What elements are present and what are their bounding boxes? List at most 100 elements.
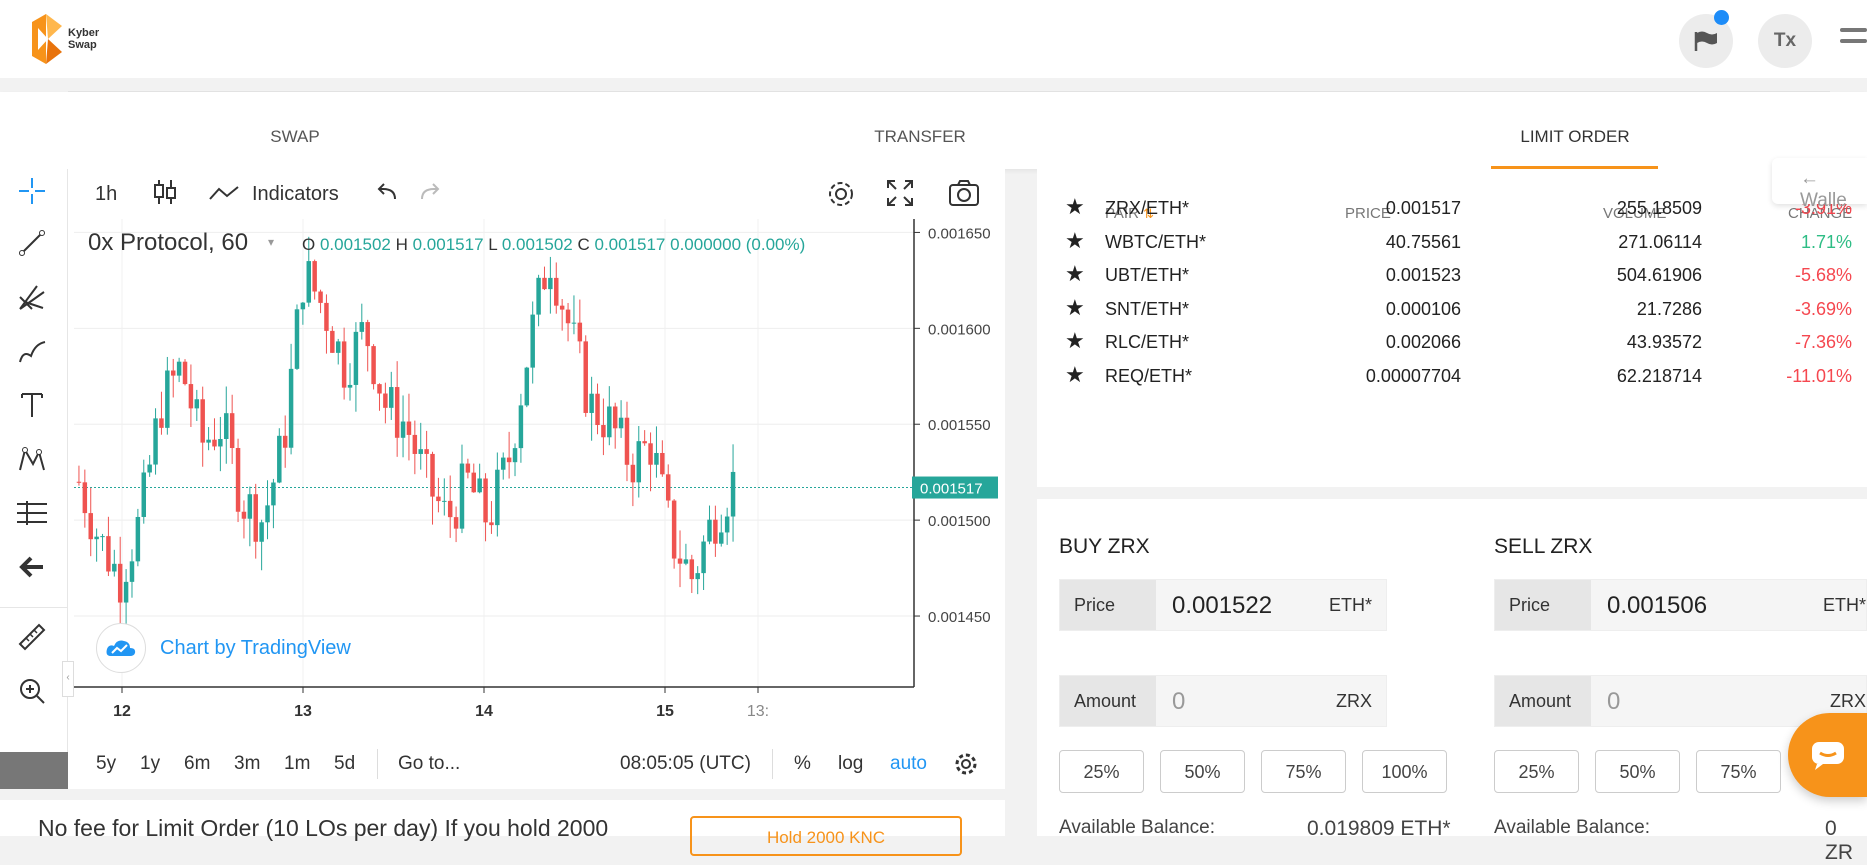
buy-pct-50[interactable]: 50% bbox=[1160, 750, 1245, 793]
hold-knc-button[interactable]: Hold 2000 KNC bbox=[690, 816, 962, 856]
sell-pct-75[interactable]: 75% bbox=[1696, 750, 1781, 793]
range-1y[interactable]: 1y bbox=[140, 753, 160, 775]
buy-amount-input[interactable]: 0 bbox=[1172, 688, 1185, 716]
goto-button[interactable]: Go to... bbox=[398, 753, 460, 775]
sell-pct-50[interactable]: 50% bbox=[1595, 750, 1680, 793]
pair-price: 0.002066 bbox=[1385, 332, 1461, 352]
range-5d[interactable]: 5d bbox=[334, 753, 355, 775]
buy-price-input[interactable]: 0.001522 bbox=[1172, 592, 1272, 620]
favorite-star-icon[interactable]: ★ bbox=[1065, 261, 1085, 287]
candle-body bbox=[330, 330, 335, 353]
prediction-icon[interactable] bbox=[14, 495, 50, 531]
symbol-dropdown-icon[interactable]: ▾ bbox=[268, 235, 274, 249]
candle-body bbox=[312, 261, 317, 292]
buy-price-field[interactable]: Price 0.001522 ETH* bbox=[1059, 579, 1387, 631]
favorite-star-icon[interactable]: ★ bbox=[1065, 194, 1085, 220]
brush-icon[interactable] bbox=[14, 333, 50, 369]
buy-pct-75[interactable]: 75% bbox=[1261, 750, 1346, 793]
candle-body bbox=[212, 439, 217, 447]
main-tabs: SWAP TRANSFER LIMIT ORDER bbox=[0, 92, 1867, 169]
symbol-label[interactable]: 0x Protocol, 60 bbox=[88, 229, 248, 257]
range-3m[interactable]: 3m bbox=[234, 753, 260, 775]
favorite-star-icon[interactable]: ★ bbox=[1065, 228, 1085, 254]
favorite-star-icon[interactable]: ★ bbox=[1065, 362, 1085, 388]
candle-body bbox=[660, 452, 665, 475]
pair-volume: 271.06114 bbox=[1618, 231, 1702, 252]
back-arrow-icon[interactable] bbox=[14, 549, 50, 585]
tradingview-cloud-icon bbox=[96, 623, 146, 673]
candle-body bbox=[265, 505, 270, 523]
buy-amount-unit: ZRX bbox=[1336, 691, 1372, 711]
candle-body bbox=[88, 513, 93, 540]
trend-line-icon[interactable] bbox=[14, 225, 50, 261]
candle-body bbox=[724, 516, 730, 533]
collapse-toolbar-handle[interactable]: ‹ bbox=[62, 661, 74, 697]
interval-selector[interactable]: 1h bbox=[95, 183, 117, 206]
pair-name: REQ/ETH* bbox=[1105, 365, 1193, 386]
camera-icon[interactable] bbox=[948, 179, 980, 207]
pattern-icon[interactable] bbox=[14, 441, 50, 477]
utc-clock[interactable]: 08:05:05 (UTC) bbox=[620, 753, 751, 775]
ohlc-close: 0.001517 bbox=[594, 235, 666, 254]
candle-body bbox=[612, 406, 618, 429]
candle-body bbox=[347, 384, 353, 388]
pitchfork-icon[interactable] bbox=[14, 279, 50, 315]
percent-toggle[interactable]: % bbox=[794, 753, 811, 775]
candle-body bbox=[536, 277, 541, 315]
ruler-icon[interactable] bbox=[14, 619, 50, 655]
sell-price-input[interactable]: 0.001506 bbox=[1607, 592, 1707, 620]
candle-body bbox=[648, 443, 653, 465]
transactions-button[interactable]: Tx bbox=[1758, 14, 1812, 68]
chat-support-button[interactable] bbox=[1788, 713, 1867, 797]
sell-title: SELL ZRX bbox=[1494, 535, 1593, 558]
candle-body bbox=[165, 370, 170, 428]
candle-body bbox=[436, 496, 441, 502]
kyberswap-logo[interactable]: Kyber Swap bbox=[28, 14, 99, 64]
log-toggle[interactable]: log bbox=[838, 753, 863, 775]
fullscreen-icon[interactable] bbox=[886, 179, 914, 207]
hide-toolbar-icon[interactable] bbox=[0, 752, 68, 789]
zoom-in-icon[interactable] bbox=[14, 673, 50, 709]
kyber-logo-icon bbox=[32, 14, 62, 64]
candle-body bbox=[282, 435, 288, 448]
market-row[interactable]: ★ REQ/ETH* 0.00007704 62.218714 -11.01% bbox=[1037, 356, 1867, 396]
sell-balance-value: 0 ZR bbox=[1825, 817, 1853, 864]
wallet-panel-tab[interactable]: ← Walle bbox=[1772, 158, 1867, 211]
tab-transfer[interactable]: TRANSFER bbox=[860, 127, 980, 147]
candle-body bbox=[300, 302, 306, 310]
tradingview-watermark[interactable]: Chart by TradingView bbox=[96, 623, 351, 673]
buy-pct-100[interactable]: 100% bbox=[1362, 750, 1447, 793]
ohlc-open: 0.001502 bbox=[319, 235, 391, 254]
undo-icon[interactable] bbox=[375, 181, 399, 203]
pair-price: 0.00007704 bbox=[1365, 365, 1461, 386]
axis-settings-gear-icon[interactable] bbox=[954, 752, 978, 776]
ohlc-change: 0.000000 (0.00%) bbox=[670, 235, 806, 254]
range-1m[interactable]: 1m bbox=[284, 753, 310, 775]
pair-change: -7.36% bbox=[1794, 332, 1852, 352]
text-tool-icon[interactable] bbox=[14, 387, 50, 423]
range-5y[interactable]: 5y bbox=[96, 753, 116, 775]
tab-limit-order[interactable]: LIMIT ORDER bbox=[1500, 127, 1650, 147]
sell-pct-25[interactable]: 25% bbox=[1494, 750, 1579, 793]
tab-swap[interactable]: SWAP bbox=[240, 127, 350, 147]
sell-price-field[interactable]: Price 0.001506 ETH* bbox=[1494, 579, 1867, 631]
indicators-button[interactable]: Indicators bbox=[252, 183, 339, 206]
redo-icon[interactable] bbox=[418, 181, 442, 203]
candle-body bbox=[654, 452, 659, 465]
candles-icon[interactable] bbox=[152, 177, 178, 207]
settings-gear-icon[interactable] bbox=[826, 179, 856, 209]
candle-body bbox=[335, 341, 341, 353]
auto-toggle[interactable]: auto bbox=[890, 753, 927, 775]
favorite-star-icon[interactable]: ★ bbox=[1065, 328, 1085, 354]
buy-pct-25[interactable]: 25% bbox=[1059, 750, 1144, 793]
pair-change: 1.71% bbox=[1800, 231, 1852, 252]
crosshair-icon[interactable] bbox=[14, 173, 50, 209]
candle-body bbox=[589, 393, 594, 413]
favorite-star-icon[interactable]: ★ bbox=[1065, 295, 1085, 321]
menu-icon[interactable] bbox=[1840, 28, 1867, 43]
buy-balance-value: 0.019809 ETH* bbox=[1307, 817, 1451, 840]
sell-amount-input[interactable]: 0 bbox=[1607, 688, 1620, 716]
pair-change: -3.69% bbox=[1794, 298, 1852, 319]
buy-amount-field[interactable]: Amount 0 ZRX bbox=[1059, 675, 1387, 727]
range-6m[interactable]: 6m bbox=[184, 753, 210, 775]
